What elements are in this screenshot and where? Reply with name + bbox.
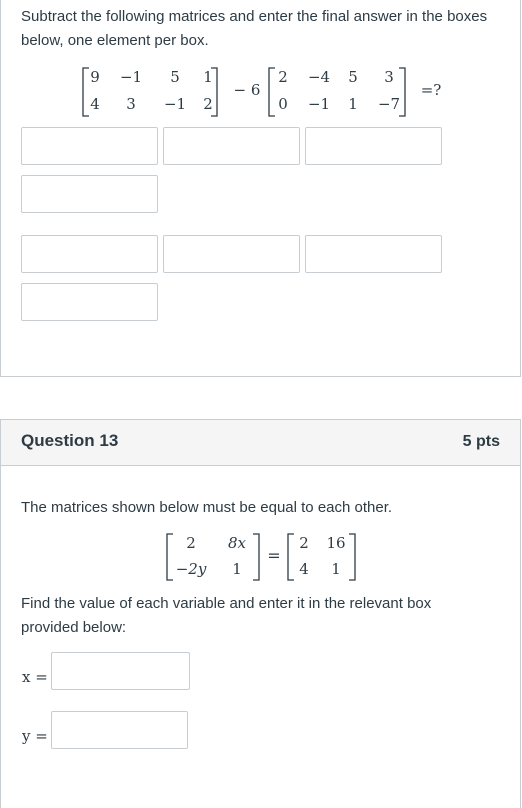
matrix-left-cell: 2 [186, 534, 196, 552]
answer-box-r1c4[interactable] [21, 175, 158, 213]
answer-box-r2c2[interactable] [163, 235, 300, 273]
matrix-b-cell: 5 [348, 68, 358, 86]
matrix-b-cell: −7 [378, 95, 400, 113]
subtract-scalar-operator: − 6 [234, 81, 261, 99]
question-13-card: Question 13 5 pts The matrices shown bel… [0, 419, 521, 808]
y-variable-label: y = [22, 727, 48, 745]
matrix-b-left-bracket [268, 67, 275, 117]
answer-box-r1c1[interactable] [21, 127, 158, 165]
answer-box-r1c2[interactable] [163, 127, 300, 165]
matrix-b-cell: 3 [384, 68, 394, 86]
matrix-a-cell: −1 [164, 95, 186, 113]
matrix-a-cell: 1 [203, 68, 213, 86]
question-12-matrix-expression: 9 −1 5 1 4 3 −1 2 − 6 2 −4 5 3 0 −1 1 −7… [82, 67, 442, 117]
question-13-instruction: Find the value of each variable and ente… [21, 595, 432, 636]
matrix-a-cell: 3 [126, 95, 136, 113]
question-points: 5 pts [462, 433, 500, 450]
result-equals-question: =? [421, 81, 442, 99]
matrix-a-left-bracket [82, 67, 89, 117]
matrix-right-cell: 2 [299, 534, 309, 552]
matrix-right-cell: 16 [326, 534, 345, 552]
matrix-right-cell: 4 [299, 560, 309, 578]
answer-box-r2c3[interactable] [305, 235, 442, 273]
x-answer-input[interactable] [51, 652, 190, 690]
matrix-a-cell: 2 [203, 95, 213, 113]
matrix-left-left-bracket [166, 533, 173, 581]
question-12-prompt: Subtract the following matrices and ente… [21, 8, 488, 49]
matrix-b-cell: −1 [308, 95, 330, 113]
question-12-card: Subtract the following matrices and ente… [0, 0, 521, 377]
matrix-b-cell: 2 [278, 68, 288, 86]
x-variable-label: x = [22, 668, 48, 686]
y-answer-input[interactable] [51, 711, 188, 749]
matrix-right-left-bracket [287, 533, 294, 581]
answer-box-r1c3[interactable] [305, 127, 442, 165]
matrix-right-right-bracket [349, 533, 356, 581]
matrix-a-cell: 5 [170, 68, 180, 86]
matrix-equals-sign: = [267, 546, 280, 565]
matrix-left-cell: 8x [228, 534, 247, 552]
matrix-b-cell: 0 [278, 95, 288, 113]
matrix-b-cell: 1 [348, 95, 358, 113]
matrix-b-cell: −4 [308, 68, 330, 86]
question-title: Question 13 [21, 431, 119, 450]
matrix-left-cell: −2y [176, 560, 207, 578]
matrix-a-cell: 9 [90, 68, 100, 86]
question-13-intro: The matrices shown below must be equal t… [21, 499, 393, 516]
matrix-left-right-bracket [253, 533, 260, 581]
answer-box-r2c1[interactable] [21, 235, 158, 273]
matrix-a-cell: 4 [90, 95, 100, 113]
question-13-matrix-equation: 2 8x −2y 1 = 2 16 4 1 [166, 533, 356, 581]
matrix-left-cell: 1 [232, 560, 242, 578]
answer-box-r2c4[interactable] [21, 283, 158, 321]
matrix-a-cell: −1 [120, 68, 142, 86]
matrix-right-cell: 1 [331, 560, 341, 578]
question-header: Question 13 5 pts [1, 420, 520, 466]
